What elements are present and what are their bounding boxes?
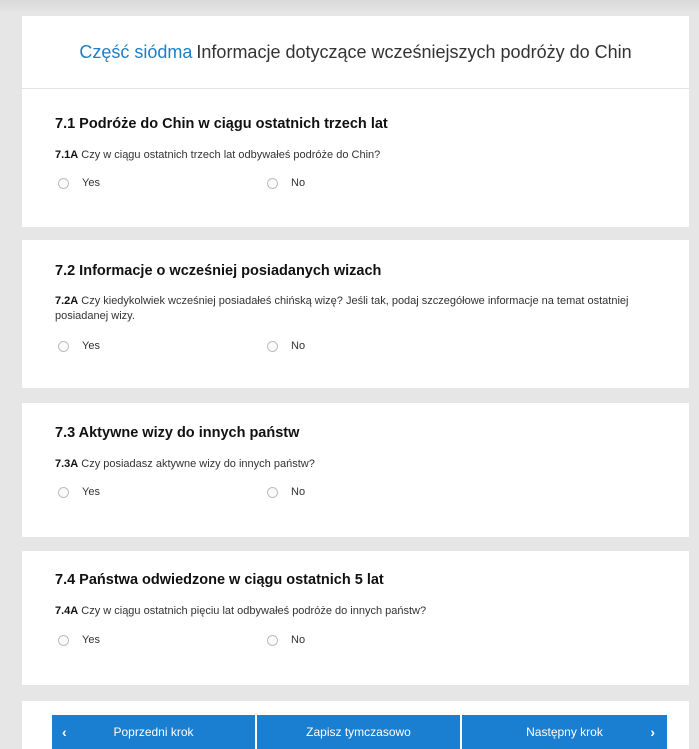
section-7-4: 7.4 Państwa odwiedzone w ciągu ostatnich… — [22, 551, 689, 685]
option-no-label: No — [291, 340, 306, 352]
option-no[interactable]: No — [267, 486, 305, 498]
previous-step-label: Poprzedni krok — [113, 725, 194, 739]
question-text: Czy w ciągu ostatnich pięciu lat odbywał… — [81, 605, 427, 617]
question-7-2a: 7.2A Czy kiedykolwiek wcześniej posiadałe… — [55, 294, 655, 324]
page-title-text: Informacje dotyczące wcześniejszych podr… — [196, 41, 632, 62]
option-no[interactable]: No — [267, 340, 305, 352]
options-7-2a: Yes No — [58, 340, 458, 356]
save-draft-label: Zapisz tymczasowo — [306, 725, 411, 739]
radio-yes[interactable] — [58, 340, 69, 352]
chevron-right-icon: › — [650, 724, 655, 740]
question-text: Czy posiadasz aktywne wizy do innych pań… — [81, 458, 315, 470]
question-7-4a: 7.4A Czy w ciągu ostatnich pięciu lat odb… — [55, 604, 655, 619]
radio-no[interactable] — [267, 634, 278, 646]
option-no-label: No — [291, 634, 306, 646]
option-yes-label: Yes — [82, 486, 100, 498]
option-no[interactable]: No — [267, 177, 305, 189]
question-text: Czy kiedykolwiek wcześniej posiadałeś ch… — [55, 295, 629, 322]
question-id: 7.1A — [55, 149, 79, 161]
section-title: 7.1 Podróże do Chin w ciągu ostatnich tr… — [55, 116, 388, 132]
section-title: 7.3 Aktywne wizy do innych państw — [55, 425, 300, 441]
save-draft-button[interactable]: Zapisz tymczasowo — [257, 715, 460, 749]
part-label: Część siódma — [79, 41, 193, 62]
question-id: 7.4A — [55, 605, 79, 617]
option-yes[interactable]: Yes — [58, 340, 100, 352]
radio-no[interactable] — [267, 486, 278, 498]
options-7-4a: Yes No — [58, 634, 458, 650]
section-title: 7.4 Państwa odwiedzone w ciągu ostatnich… — [55, 572, 384, 588]
option-no[interactable]: No — [267, 634, 305, 646]
option-yes[interactable]: Yes — [58, 177, 100, 189]
radio-yes[interactable] — [58, 486, 69, 498]
option-no-label: No — [291, 177, 306, 189]
question-7-3a: 7.3A Czy posiadasz aktywne wizy do innych… — [55, 457, 655, 472]
radio-yes[interactable] — [58, 634, 69, 646]
option-no-label: No — [291, 486, 306, 498]
option-yes[interactable]: Yes — [58, 486, 100, 498]
options-7-3a: Yes No — [58, 486, 458, 502]
options-7-1a: Yes No — [58, 177, 458, 193]
question-7-1a: 7.1A Czy w ciągu ostatnich trzech lat odb… — [55, 148, 655, 163]
option-yes-label: Yes — [82, 340, 100, 352]
header-card: Część siódma Informacje dotyczące wcześni… — [22, 16, 689, 89]
next-step-label: Następny krok — [526, 725, 603, 739]
section-title: 7.2 Informacje o wcześniej posiadanych w… — [55, 263, 382, 279]
question-text: Czy w ciągu ostatnich trzech lat odbywał… — [81, 149, 381, 161]
radio-no[interactable] — [267, 340, 278, 352]
radio-yes[interactable] — [58, 177, 69, 189]
option-yes[interactable]: Yes — [58, 634, 100, 646]
chevron-left-icon: ‹ — [62, 724, 67, 740]
question-id: 7.2A — [55, 295, 79, 307]
option-yes-label: Yes — [82, 634, 100, 646]
section-7-3: 7.3 Aktywne wizy do innych państw 7.3A Cz… — [22, 403, 689, 537]
section-7-2: 7.2 Informacje o wcześniej posiadanych w… — [22, 240, 689, 388]
top-bar-shadow — [0, 0, 699, 14]
previous-step-button[interactable]: ‹ Poprzedni krok — [52, 715, 255, 749]
question-id: 7.3A — [55, 458, 79, 470]
option-yes-label: Yes — [82, 177, 100, 189]
page-title: Część siódma Informacje dotyczące wcześni… — [79, 42, 631, 63]
application-form-page: Część siódma Informacje dotyczące wcześni… — [0, 0, 699, 749]
next-step-button[interactable]: Następny krok › — [462, 715, 667, 749]
section-7-1: 7.1 Podróże do Chin w ciągu ostatnich tr… — [22, 89, 689, 227]
radio-no[interactable] — [267, 177, 278, 189]
